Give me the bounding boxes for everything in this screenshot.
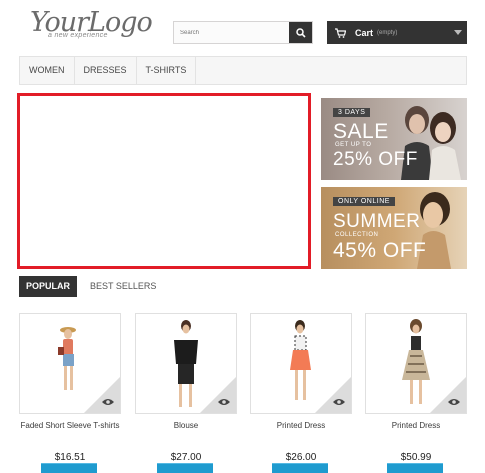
cart-label: Cart — [355, 27, 374, 38]
add-to-cart-button[interactable] — [157, 463, 213, 473]
search-input[interactable] — [174, 22, 289, 43]
menu-item-women[interactable]: WOMEN — [20, 57, 75, 84]
product-name[interactable]: Faded Short Sleeve T-shirts — [19, 420, 121, 446]
chevron-down-icon — [454, 30, 462, 35]
add-to-cart-button[interactable] — [272, 463, 328, 473]
product-name[interactable]: Printed Dress — [250, 420, 352, 446]
product-image[interactable] — [135, 313, 237, 414]
product-price: $26.00 — [285, 452, 317, 463]
product-image[interactable] — [250, 313, 352, 414]
tab-popular[interactable]: POPULAR — [19, 276, 78, 297]
quick-view-corner — [200, 377, 236, 413]
product-image[interactable] — [365, 313, 467, 414]
add-to-cart-button[interactable] — [387, 463, 443, 473]
banner-offer: 45% OFF — [333, 239, 427, 262]
eye-icon[interactable] — [218, 398, 230, 406]
search-icon — [295, 27, 306, 38]
search-button[interactable] — [289, 22, 312, 43]
search-box — [173, 21, 313, 44]
banner-summer[interactable]: ONLY ONLINE SUMMER COLLECTION 45% OFF — [321, 187, 467, 269]
site-logo[interactable]: YourLogo a new experience — [30, 8, 153, 44]
main-menu: WOMEN DRESSES T-SHIRTS — [19, 56, 467, 85]
product-name[interactable]: Blouse — [135, 420, 237, 446]
cart-button[interactable]: Cart (empty) — [327, 21, 467, 44]
menu-item-dresses[interactable]: DRESSES — [75, 57, 137, 84]
product-card[interactable]: Printed Dress $50.99 — [365, 313, 467, 463]
product-card[interactable]: Blouse $27.00 — [135, 313, 237, 463]
banner-sale[interactable]: 3 DAYS SALE GET UP TO 25% OFF — [321, 98, 467, 180]
quick-view-corner — [430, 377, 466, 413]
tab-best-sellers[interactable]: BEST SELLERS — [77, 276, 169, 297]
product-tabs: POPULAR BEST SELLERS — [19, 276, 169, 297]
eye-icon[interactable] — [333, 398, 345, 406]
add-to-cart-button[interactable] — [41, 463, 97, 473]
banner-tag: ONLY ONLINE — [333, 197, 395, 206]
eye-icon[interactable] — [448, 398, 460, 406]
cart-status: (empty) — [377, 29, 398, 36]
product-card[interactable]: Faded Short Sleeve T-shirts $16.51 — [19, 313, 121, 463]
product-name[interactable]: Printed Dress — [365, 420, 467, 446]
banner-headline: SUMMER — [333, 211, 421, 232]
product-price: $16.51 — [54, 452, 86, 463]
product-price: $27.00 — [170, 452, 202, 463]
menu-item-tshirts[interactable]: T-SHIRTS — [137, 57, 197, 84]
banner-tag: 3 DAYS — [333, 108, 371, 117]
banner-subline: GET UP TO — [335, 142, 372, 148]
product-image[interactable] — [19, 313, 121, 414]
eye-icon[interactable] — [102, 398, 114, 406]
homepage-slider[interactable] — [17, 93, 311, 269]
cart-icon — [335, 27, 346, 38]
product-card[interactable]: Printed Dress $26.00 — [250, 313, 352, 463]
banner-offer: 25% OFF — [333, 149, 418, 170]
quick-view-corner — [84, 377, 120, 413]
quick-view-corner — [315, 377, 351, 413]
banner-headline: SALE — [333, 120, 389, 143]
logo-tagline: a new experience — [48, 32, 108, 39]
product-price: $50.99 — [400, 452, 432, 463]
banner-subline: COLLECTION — [335, 232, 379, 238]
